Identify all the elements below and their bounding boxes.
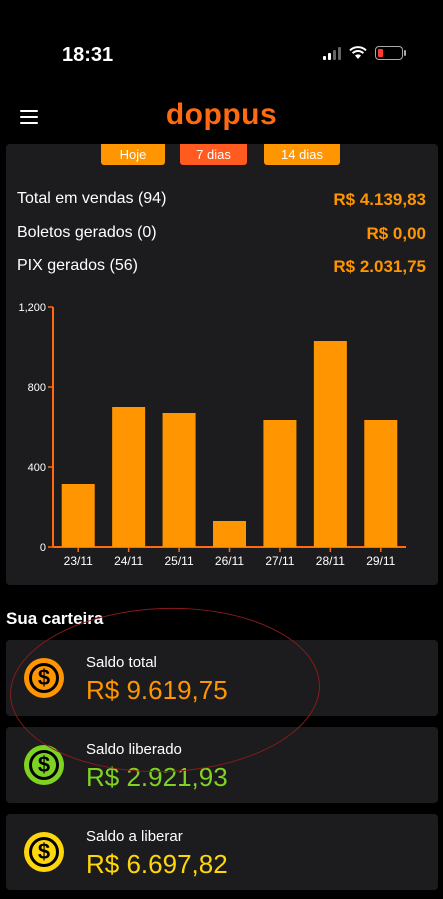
chart-x-tick-label: 29/11 bbox=[366, 554, 395, 568]
wallet-label: Saldo a liberar bbox=[86, 828, 183, 845]
chart-x-tick-label: 27/11 bbox=[265, 554, 294, 568]
status-bar: 18:31 bbox=[0, 0, 443, 100]
stat-row-pix: PIX gerados (56) R$ 2.031,75 bbox=[17, 257, 426, 281]
chart-bar bbox=[263, 420, 297, 547]
status-icons bbox=[323, 46, 406, 60]
stat-label: Total em vendas (94) bbox=[17, 190, 167, 207]
wallet-card-saldo-liberado[interactable]: $ Saldo liberado R$ 2.921,93 bbox=[6, 727, 438, 803]
chart-bar bbox=[112, 407, 146, 547]
wallet-value: R$ 9.619,75 bbox=[86, 675, 228, 705]
chart-x-tick-label: 26/11 bbox=[215, 554, 244, 568]
chart-bar bbox=[61, 484, 95, 547]
dollar-icon: $ bbox=[24, 745, 64, 785]
wallet-value: R$ 2.921,93 bbox=[86, 762, 228, 792]
stat-label: Boletos gerados (0) bbox=[17, 224, 157, 241]
battery-icon bbox=[375, 46, 406, 60]
chart-bar bbox=[162, 413, 196, 547]
stat-label: PIX gerados (56) bbox=[17, 257, 138, 274]
stat-value: R$ 0,00 bbox=[366, 224, 426, 243]
chart-bar bbox=[364, 420, 398, 547]
wallet-card-saldo-a-liberar[interactable]: $ Saldo a liberar R$ 6.697,82 bbox=[6, 814, 438, 890]
dollar-icon: $ bbox=[24, 832, 64, 872]
stat-value: R$ 2.031,75 bbox=[333, 257, 426, 276]
wallet-card-saldo-total[interactable]: $ Saldo total R$ 9.619,75 bbox=[6, 640, 438, 716]
wallet-label: Saldo liberado bbox=[86, 741, 182, 758]
chart-y-tick-label: 800 bbox=[28, 382, 46, 394]
wallet-section-title: Sua carteira bbox=[6, 609, 104, 628]
chart-x-tick-label: 23/11 bbox=[64, 554, 93, 568]
tab-7-dias[interactable]: 7 dias bbox=[180, 144, 247, 165]
stat-row-boletos: Boletos gerados (0) R$ 0,00 bbox=[17, 224, 426, 248]
dollar-icon: $ bbox=[24, 658, 64, 698]
tab-14-dias[interactable]: 14 dias bbox=[264, 144, 340, 165]
wallet-value: R$ 6.697,82 bbox=[86, 849, 228, 879]
sales-bar-chart: 0 400 800 1,200 23/11 24/11 25/11 26/11 27/11 28/… bbox=[18, 302, 406, 568]
chart-x-tick-label: 28/11 bbox=[316, 554, 345, 568]
status-time: 18:31 bbox=[62, 44, 114, 66]
sales-stats-card: Hoje 7 dias 14 dias Total em vendas (94)… bbox=[6, 144, 438, 585]
chart-y-tick-label: 400 bbox=[28, 462, 46, 474]
stat-value: R$ 4.139,83 bbox=[333, 190, 426, 209]
chart-x-tick-label: 25/11 bbox=[165, 554, 194, 568]
chart-y-tick-label: 0 bbox=[40, 542, 46, 554]
app-header: doppus bbox=[0, 96, 443, 140]
stat-row-total-vendas: Total em vendas (94) R$ 4.139,83 bbox=[17, 190, 426, 214]
chart-x-tick-label: 24/11 bbox=[114, 554, 143, 568]
chart-bar bbox=[213, 521, 246, 547]
wallet-label: Saldo total bbox=[86, 654, 157, 671]
period-tabs: Hoje 7 dias 14 dias bbox=[6, 144, 438, 166]
cellular-signal-icon bbox=[323, 46, 341, 60]
wifi-icon bbox=[349, 46, 367, 59]
chart-y-tick-label: 1,200 bbox=[18, 302, 46, 314]
app-logo: doppus bbox=[165, 98, 278, 131]
tab-hoje[interactable]: Hoje bbox=[101, 144, 165, 165]
chart-bar bbox=[313, 341, 347, 547]
